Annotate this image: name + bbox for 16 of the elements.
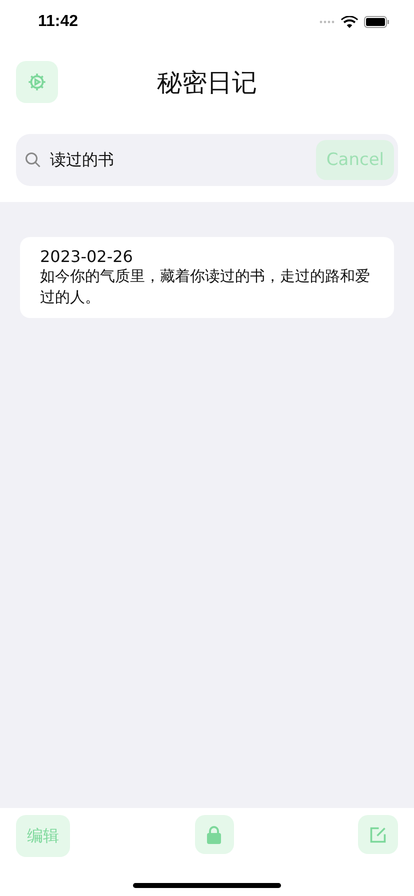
- search-field[interactable]: 读过的书 Cancel: [16, 134, 398, 186]
- compose-button[interactable]: [358, 815, 398, 854]
- signal-icon: [319, 20, 335, 24]
- page-title: 秘密日记: [157, 66, 257, 98]
- lock-button[interactable]: [194, 815, 234, 854]
- status-time: 11:42: [38, 13, 78, 31]
- settings-button[interactable]: [16, 61, 58, 103]
- settings-icon: [27, 72, 47, 92]
- compose-icon: [369, 826, 387, 844]
- wifi-icon: [341, 16, 358, 28]
- lock-icon: [207, 826, 221, 844]
- diary-entry-card[interactable]: 2023-02-26 如今你的气质里，藏着你读过的书，走过的路和爱过的人。: [20, 237, 394, 318]
- entry-date: 2023-02-26: [40, 247, 134, 266]
- entry-text: 如今你的气质里，藏着你读过的书，走过的路和爱过的人。: [40, 266, 371, 308]
- battery-icon: [364, 16, 390, 28]
- search-icon: [24, 151, 42, 169]
